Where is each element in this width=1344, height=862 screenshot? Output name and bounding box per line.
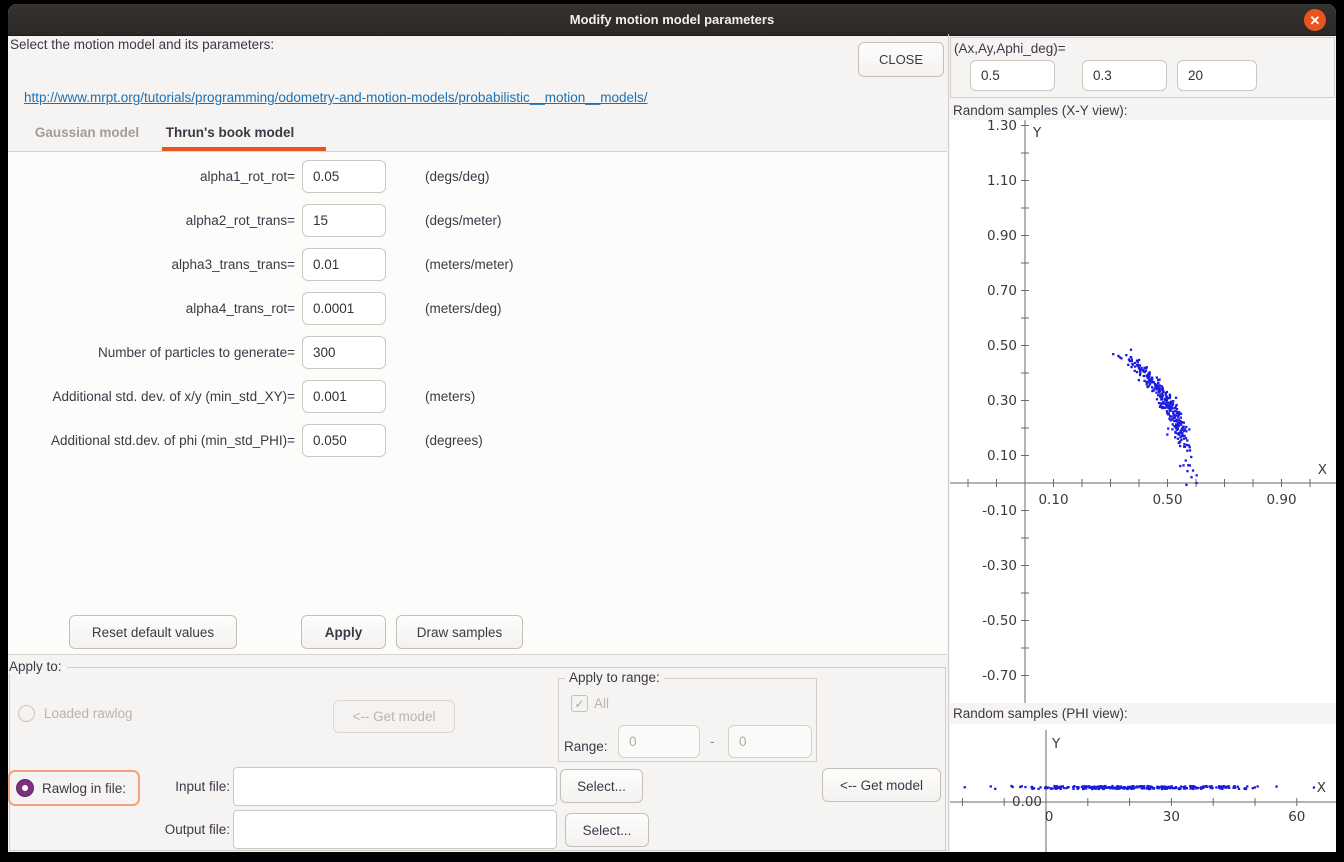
svg-text:0.10: 0.10 bbox=[1038, 492, 1068, 508]
svg-text:Y: Y bbox=[1051, 736, 1061, 752]
alpha3_trans_trans-unit: (meters/meter) bbox=[425, 248, 514, 281]
param-row-alpha3_trans_trans: alpha3_trans_trans= (meters/meter) bbox=[8, 248, 947, 281]
alpha2_rot_trans-unit: (degs/meter) bbox=[425, 204, 502, 237]
apply-to-range-legend: Apply to range: bbox=[565, 670, 664, 685]
min_std_xy-label: Additional std. dev. of x/y (min_std_XY)… bbox=[8, 380, 295, 413]
apply-button[interactable]: Apply bbox=[301, 615, 386, 649]
draw-samples-button[interactable]: Draw samples bbox=[396, 615, 523, 649]
get-model-bottom-button[interactable]: <-- Get model bbox=[822, 768, 941, 802]
alpha1_rot_rot-unit: (degs/deg) bbox=[425, 160, 490, 193]
alpha3_trans_trans-label: alpha3_trans_trans= bbox=[8, 248, 295, 281]
param-row-alpha1_rot_rot: alpha1_rot_rot= (degs/deg) bbox=[8, 160, 947, 193]
min_std_phi-unit: (degrees) bbox=[425, 424, 483, 457]
input-file-label: Input file: bbox=[8, 767, 230, 806]
alpha1_rot_rot-input[interactable] bbox=[302, 160, 386, 193]
alpha1_rot_rot-label: alpha1_rot_rot= bbox=[8, 160, 295, 193]
num_particles-input[interactable] bbox=[302, 336, 386, 369]
num_particles-label: Number of particles to generate= bbox=[8, 336, 295, 369]
svg-text:0.90: 0.90 bbox=[1266, 492, 1296, 508]
alpha2_rot_trans-label: alpha2_rot_trans= bbox=[8, 204, 295, 237]
all-checkbox-label: All bbox=[594, 695, 609, 712]
apply-to-legend: Apply to: bbox=[9, 659, 67, 674]
svg-text:0: 0 bbox=[1045, 809, 1054, 825]
dialog-window: Modify motion model parameters ✕ Select … bbox=[8, 4, 1336, 852]
xy-chart: 0.10 0.50 0.90 1.30 1.10 0.90 0.70 0.50 0.30 0.10… bbox=[950, 120, 1336, 703]
tab-bar: Gaussian model Thrun's book model bbox=[8, 116, 947, 151]
instruction-label: Select the motion model and its paramete… bbox=[10, 37, 274, 52]
output-file-label: Output file: bbox=[8, 810, 230, 849]
min_std_phi-label: Additional std.dev. of phi (min_std_PHI)… bbox=[8, 424, 295, 457]
param-row-min_std_phi: Additional std.dev. of phi (min_std_PHI)… bbox=[8, 424, 947, 457]
pose-increment-label: (Ax,Ay,Aphi_deg)= bbox=[954, 41, 1066, 56]
range-to-input[interactable] bbox=[728, 725, 812, 758]
screen: Modify motion model parameters ✕ Select … bbox=[0, 0, 1344, 862]
tutorial-link[interactable]: http://www.mrpt.org/tutorials/programmin… bbox=[24, 90, 648, 105]
svg-text:0.00: 0.00 bbox=[1012, 794, 1042, 810]
svg-text:0.10: 0.10 bbox=[987, 448, 1017, 464]
alpha2_rot_trans-input[interactable] bbox=[302, 204, 386, 237]
range-label: Range: bbox=[564, 730, 608, 763]
reset-defaults-button[interactable]: Reset default values bbox=[69, 615, 237, 649]
param-row-alpha2_rot_trans: alpha2_rot_trans= (degs/meter) bbox=[8, 204, 947, 237]
tab-gaussian-model[interactable]: Gaussian model bbox=[22, 116, 152, 148]
alpha4_trans_rot-unit: (meters/deg) bbox=[425, 292, 502, 325]
panel-separator bbox=[948, 34, 949, 852]
min_std_xy-unit: (meters) bbox=[425, 380, 475, 413]
all-checkbox[interactable]: ✓ bbox=[571, 695, 588, 712]
phi-view-title: Random samples (PHI view): bbox=[953, 706, 1128, 721]
window-close-icon[interactable]: ✕ bbox=[1304, 9, 1326, 31]
svg-text:-0.50: -0.50 bbox=[982, 613, 1017, 629]
svg-text:0.50: 0.50 bbox=[987, 338, 1017, 354]
param-row-alpha4_trans_rot: alpha4_trans_rot= (meters/deg) bbox=[8, 292, 947, 325]
ax-input[interactable] bbox=[970, 60, 1055, 91]
svg-text:-0.70: -0.70 bbox=[982, 668, 1017, 684]
range-dash: - bbox=[710, 725, 715, 758]
phi-chart: 0 30 60 0.00 Y X bbox=[950, 724, 1336, 852]
svg-text:-0.30: -0.30 bbox=[982, 558, 1017, 574]
loaded-rawlog-radio[interactable] bbox=[18, 705, 35, 722]
svg-text:1.30: 1.30 bbox=[987, 120, 1017, 134]
svg-text:Y: Y bbox=[1032, 125, 1042, 141]
alpha4_trans_rot-label: alpha4_trans_rot= bbox=[8, 292, 295, 325]
svg-text:0.70: 0.70 bbox=[987, 283, 1017, 299]
svg-text:X: X bbox=[1318, 462, 1327, 478]
svg-text:-0.10: -0.10 bbox=[982, 503, 1017, 519]
min_std_phi-input[interactable] bbox=[302, 424, 386, 457]
svg-text:X: X bbox=[1317, 780, 1326, 796]
xy-view-title: Random samples (X-Y view): bbox=[953, 103, 1128, 118]
alpha4_trans_rot-input[interactable] bbox=[302, 292, 386, 325]
svg-text:30: 30 bbox=[1163, 809, 1180, 825]
min_std_xy-input[interactable] bbox=[302, 380, 386, 413]
close-button[interactable]: CLOSE bbox=[858, 42, 944, 77]
thrun-model-form: alpha1_rot_rot= (degs/deg) alpha2_rot_tran… bbox=[8, 151, 947, 655]
svg-text:0.30: 0.30 bbox=[987, 393, 1017, 409]
select-output-file-button[interactable]: Select... bbox=[565, 813, 649, 847]
param-row-min_std_xy: Additional std. dev. of x/y (min_std_XY)… bbox=[8, 380, 947, 413]
param-row-num_particles: Number of particles to generate= bbox=[8, 336, 947, 369]
alpha3_trans_trans-input[interactable] bbox=[302, 248, 386, 281]
get-model-top-button[interactable]: <-- Get model bbox=[333, 700, 455, 733]
aphi-input[interactable] bbox=[1177, 60, 1257, 91]
svg-text:60: 60 bbox=[1288, 809, 1305, 825]
ay-input[interactable] bbox=[1082, 60, 1167, 91]
input-file-field[interactable] bbox=[233, 767, 557, 806]
svg-text:0.50: 0.50 bbox=[1152, 492, 1182, 508]
loaded-rawlog-label: Loaded rawlog bbox=[44, 705, 133, 722]
range-from-input[interactable] bbox=[618, 725, 700, 758]
tab-thruns-book-model[interactable]: Thrun's book model bbox=[165, 116, 295, 148]
titlebar[interactable]: Modify motion model parameters ✕ bbox=[8, 4, 1336, 36]
svg-text:1.10: 1.10 bbox=[987, 173, 1017, 189]
select-input-file-button[interactable]: Select... bbox=[560, 769, 643, 803]
window-title: Modify motion model parameters bbox=[570, 12, 774, 27]
svg-text:0.90: 0.90 bbox=[987, 228, 1017, 244]
output-file-field[interactable] bbox=[233, 810, 557, 849]
